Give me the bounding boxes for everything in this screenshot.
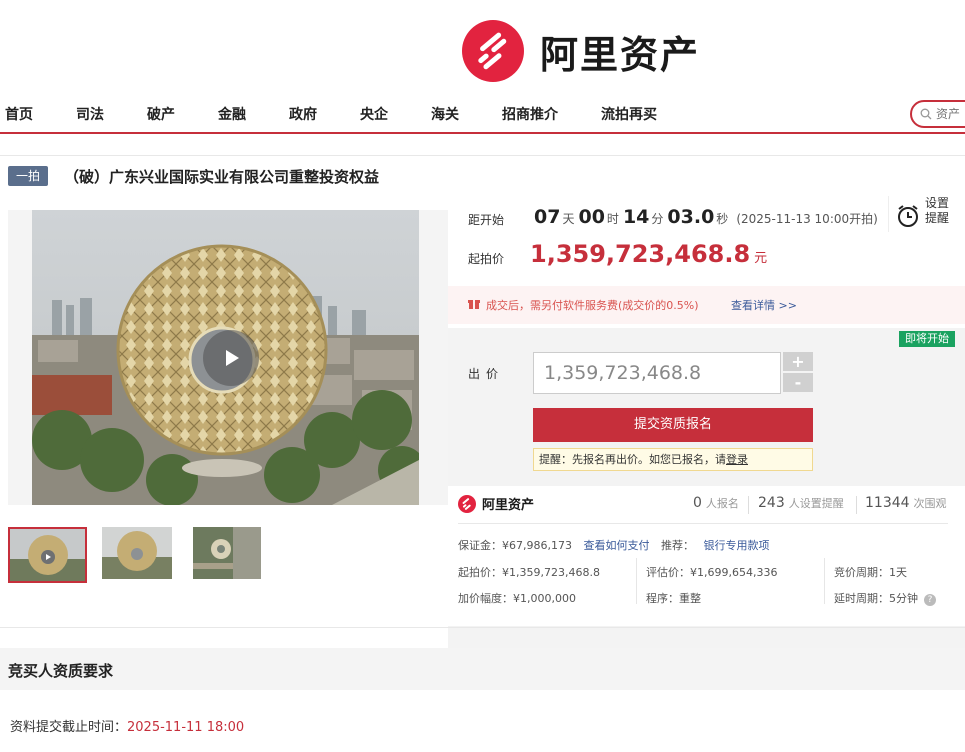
countdown-hours: 00 <box>578 206 605 228</box>
section-header: 竞买人资质要求 <box>0 648 965 690</box>
view-count: 11344 次围观 <box>865 495 947 511</box>
info-delay-text: 延时周期：5分钟 <box>834 592 918 605</box>
search-box <box>910 100 965 128</box>
countdown-hours-unit: 时 <box>606 212 619 226</box>
stat-divider <box>856 496 857 514</box>
column-divider <box>824 558 825 604</box>
signup-count: 0 人报名 <box>693 495 739 511</box>
view-count-value: 11344 <box>865 495 910 511</box>
divider <box>458 523 948 524</box>
signup-count-label: 人报名 <box>705 497 739 510</box>
divider <box>0 155 965 156</box>
start-price-value: 1,359,723,468.8 <box>530 240 751 268</box>
mini-brand-logo: 阿里资产 <box>458 494 534 513</box>
increase-bid-button[interactable]: + <box>783 352 813 371</box>
bid-input[interactable] <box>533 352 781 394</box>
nav-item-finance[interactable]: 金融 <box>218 104 246 124</box>
brand-logo-icon <box>462 20 524 82</box>
nav-item-judicial[interactable]: 司法 <box>76 104 104 124</box>
nav-item-government[interactable]: 政府 <box>289 104 317 124</box>
nav-item-soe[interactable]: 央企 <box>360 104 388 124</box>
registration-tip: 提醒：先报名再出价。如您已报名，请登录 <box>533 448 813 471</box>
help-icon[interactable]: ? <box>924 594 936 606</box>
submission-deadline: 资料提交截止时间：2025-11-11 18:00 <box>10 716 244 735</box>
deadline-value: 2025-11-11 18:00 <box>127 720 245 735</box>
brand-logo[interactable]: 阿里资产 <box>462 20 700 82</box>
nav-item-investment[interactable]: 招商推介 <box>502 104 558 124</box>
deposit-row: 保证金：¥67,986,173 查看如何支付 推荐： 银行专用款项 <box>458 537 769 553</box>
countdown-minutes-unit: 分 <box>651 212 664 226</box>
start-price: 1,359,723,468.8 元 <box>530 240 767 268</box>
view-count-label: 次围观 <box>913 497 947 510</box>
status-badge: 即将开始 <box>899 331 955 347</box>
countdown-seconds: 03.0 <box>667 206 715 228</box>
thumbnail-video[interactable] <box>8 527 87 583</box>
countdown-minutes: 14 <box>622 206 650 228</box>
info-start-price: 起拍价：¥1,359,723,468.8 <box>458 566 600 579</box>
reminder-line-2: 提醒 <box>925 211 950 225</box>
decrease-bid-button[interactable]: - <box>783 373 813 392</box>
bid-label: 出价 <box>468 367 505 381</box>
info-cycle: 竞价周期：1天 <box>834 566 907 579</box>
search-icon[interactable] <box>920 105 932 124</box>
submit-registration-button[interactable]: 提交资质报名 <box>533 408 813 442</box>
nav-item-customs[interactable]: 海关 <box>431 104 459 124</box>
column-divider <box>636 558 637 604</box>
item-title: （破）广东兴业国际实业有限公司重整投资权益 <box>64 168 380 186</box>
nav-item-relist[interactable]: 流拍再买 <box>601 104 657 124</box>
stats-area: 阿里资产 0 人报名 243 人设置提醒 11344 次围观 保证金：¥67,986,… <box>448 486 965 626</box>
service-fee-text: 成交后，需另付软件服务费(成交价的0.5%) <box>486 299 699 312</box>
deposit-text: 保证金：¥67,986,173 <box>458 539 572 552</box>
auction-round-tag: 一拍 <box>8 166 48 186</box>
deadline-label: 资料提交截止时间： <box>10 720 128 735</box>
set-reminder-label: 设置 提醒 <box>925 196 949 226</box>
reminder-count-value: 243 <box>758 495 785 511</box>
gift-icon <box>468 300 480 309</box>
reminder-line-1: 设置 <box>925 196 950 210</box>
start-countdown-label: 距开始 <box>468 213 505 227</box>
signup-count-value: 0 <box>693 495 702 511</box>
stat-divider <box>748 496 749 514</box>
search-input[interactable] <box>936 107 965 121</box>
reminder-count-label: 人设置提醒 <box>788 497 844 510</box>
reminder-count: 243 人设置提醒 <box>758 495 844 511</box>
countdown-days: 07 <box>534 206 561 228</box>
price-unit: 元 <box>754 251 768 266</box>
alarm-clock-icon <box>898 205 918 227</box>
service-fee-notice: 成交后，需另付软件服务费(成交价的0.5%) 查看详情 >> <box>448 286 965 324</box>
mini-brand-name: 阿里资产 <box>482 498 535 513</box>
countdown: 07 天 00 时 14 分 03.0 秒 (2025-11-13 10:00开… <box>534 206 878 228</box>
info-procedure: 程序：重整 <box>646 592 701 605</box>
how-to-pay-link[interactable]: 查看如何支付 <box>583 539 649 552</box>
recommend-label: 推荐： <box>660 539 694 552</box>
play-video-button[interactable] <box>203 330 259 386</box>
brand-name: 阿里资产 <box>540 32 701 77</box>
info-increment: 加价幅度：¥1,000,000 <box>458 592 576 605</box>
countdown-seconds-unit: 秒 <box>716 212 729 226</box>
login-link[interactable]: 登录 <box>726 453 748 466</box>
section-title: 竞买人资质要求 <box>8 662 114 680</box>
info-delay: 延时周期：5分钟? <box>834 590 936 606</box>
nav-item-bankruptcy[interactable]: 破产 <box>147 104 175 124</box>
countdown-days-unit: 天 <box>562 212 575 226</box>
main-photo[interactable] <box>8 210 448 505</box>
start-price-label: 起拍价 <box>468 252 505 266</box>
play-icon <box>226 350 239 366</box>
set-reminder-button[interactable]: 设置 提醒 <box>888 196 965 232</box>
info-eval-price: 评估价：¥1,699,654,336 <box>646 566 778 579</box>
nav-item-home[interactable]: 首页 <box>5 104 33 124</box>
divider <box>0 627 965 628</box>
thumbnail-aerial[interactable] <box>193 527 272 583</box>
bank-account-link[interactable]: 银行专用款项 <box>703 539 769 552</box>
auction-start-time: (2025-11-13 10:00开拍) <box>736 212 878 226</box>
main-nav: 首页 司法 破产 金融 政府 央企 海关 招商推介 流拍再买 <box>0 96 965 134</box>
tip-text: 提醒：先报名再出价。如您已报名，请 <box>539 453 726 466</box>
mini-brand-icon <box>458 494 476 513</box>
view-details-link[interactable]: 查看详情 >> <box>731 297 797 313</box>
thumbnail-building[interactable] <box>102 527 181 583</box>
